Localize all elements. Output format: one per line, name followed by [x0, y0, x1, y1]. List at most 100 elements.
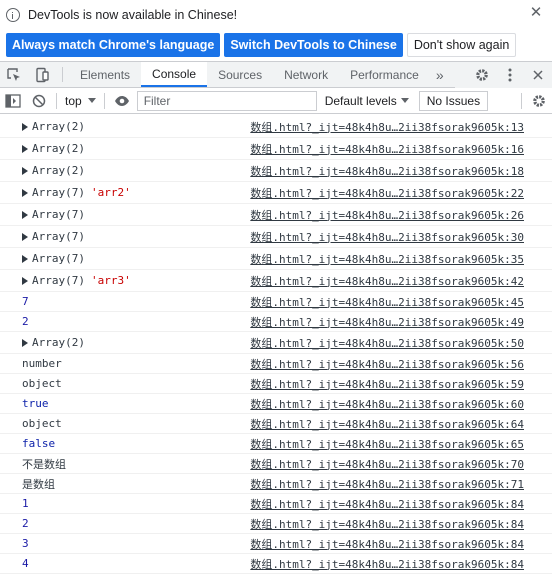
console-message: object: [22, 377, 62, 390]
console-value: 4: [22, 557, 29, 570]
console-message-row: number 数组.html?_ijt=48k4h8u…2ii38fsorak96…: [0, 354, 552, 374]
source-link[interactable]: 数组.html?_ijt=48k4h8u…2ii38fsorak9605k:65: [250, 436, 524, 452]
source-link[interactable]: 数组.html?_ijt=48k4h8u…2ii38fsorak9605k:56: [250, 356, 524, 372]
expand-triangle-icon[interactable]: [22, 232, 28, 241]
console-message-row: object 数组.html?_ijt=48k4h8u…2ii38fsorak96…: [0, 414, 552, 434]
source-link[interactable]: 数组.html?_ijt=48k4h8u…2ii38fsorak9605k:59: [250, 376, 524, 392]
console-message: Array(2): [22, 336, 85, 349]
dont-show-again-button[interactable]: Don't show again: [406, 33, 517, 57]
console-message-row: 1 数组.html?_ijt=48k4h8u…2ii38fsorak9605k:8…: [0, 494, 552, 514]
always-match-language-button[interactable]: Always match Chrome's language: [6, 33, 221, 57]
console-message-row[interactable]: Array(7) 'arr3' 数组.html?_ijt=48k4h8u…2ii38…: [0, 270, 552, 292]
source-link[interactable]: 数组.html?_ijt=48k4h8u…2ii38fsorak9605k:64: [250, 416, 524, 432]
source-link[interactable]: 数组.html?_ijt=48k4h8u…2ii38fsorak9605k:45: [250, 294, 524, 310]
console-value: true: [22, 397, 49, 410]
toolbar-divider: [56, 92, 57, 109]
devtools-tabbar: Elements Console Sources Network Perform…: [0, 62, 552, 88]
console-value: 7: [22, 295, 29, 308]
filter-input[interactable]: [136, 90, 317, 111]
source-link[interactable]: 数组.html?_ijt=48k4h8u…2ii38fsorak9605k:84: [250, 536, 524, 552]
source-link[interactable]: 数组.html?_ijt=48k4h8u…2ii38fsorak9605k:60: [250, 396, 524, 412]
console-message-row[interactable]: Array(7) 数组.html?_ijt=48k4h8u…2ii38fsorak…: [0, 248, 552, 270]
source-link[interactable]: 数组.html?_ijt=48k4h8u…2ii38fsorak9605k:70: [250, 456, 524, 472]
more-tabs-icon[interactable]: »: [430, 62, 450, 87]
console-value: 2: [22, 517, 29, 530]
chevron-down-icon: [87, 98, 96, 103]
console-value: Array(2): [32, 120, 85, 133]
console-message-row[interactable]: Array(7) 数组.html?_ijt=48k4h8u…2ii38fsorak…: [0, 204, 552, 226]
clear-console-icon[interactable]: [26, 88, 52, 114]
expand-triangle-icon[interactable]: [22, 338, 28, 347]
expand-triangle-icon[interactable]: [22, 144, 28, 153]
console-message-row[interactable]: Array(7) 数组.html?_ijt=48k4h8u…2ii38fsorak…: [0, 226, 552, 248]
context-selector[interactable]: top: [61, 94, 100, 108]
tab-elements[interactable]: Elements: [69, 62, 141, 87]
source-link[interactable]: 数组.html?_ijt=48k4h8u…2ii38fsorak9605k:84: [250, 556, 524, 572]
log-levels-label: Default levels: [324, 93, 397, 108]
console-message-row[interactable]: Array(7) 'arr2' 数组.html?_ijt=48k4h8u…2ii38…: [0, 182, 552, 204]
console-value: 是数组: [22, 477, 55, 491]
inspect-element-icon[interactable]: [0, 62, 28, 87]
close-icon[interactable]: ✕: [528, 5, 544, 22]
expand-triangle-icon[interactable]: [22, 276, 28, 285]
console-message-row[interactable]: Array(2) 数组.html?_ijt=48k4h8u…2ii38fsorak…: [0, 160, 552, 182]
source-link[interactable]: 数组.html?_ijt=48k4h8u…2ii38fsorak9605k:22: [250, 185, 524, 201]
console-message: 1: [22, 497, 29, 510]
console-value: 1: [22, 497, 29, 510]
tab-performance[interactable]: Performance: [339, 62, 430, 87]
source-link[interactable]: 数组.html?_ijt=48k4h8u…2ii38fsorak9605k:42: [250, 273, 524, 289]
close-devtools-icon[interactable]: [524, 69, 552, 81]
console-message-row[interactable]: Array(2) 数组.html?_ijt=48k4h8u…2ii38fsorak…: [0, 116, 552, 138]
console-message-row: 不是数组 数组.html?_ijt=48k4h8u…2ii38fsorak9605…: [0, 454, 552, 474]
console-value: number: [22, 357, 62, 370]
console-message: 2: [22, 517, 29, 530]
settings-gear-icon[interactable]: [468, 67, 496, 83]
live-expression-eye-icon[interactable]: [109, 88, 135, 114]
console-toolbar: top Default levels No Issues: [0, 88, 552, 114]
source-link[interactable]: 数组.html?_ijt=48k4h8u…2ii38fsorak9605k:71: [250, 476, 524, 492]
source-link[interactable]: 数组.html?_ijt=48k4h8u…2ii38fsorak9605k:26: [250, 207, 524, 223]
infobar-message: DevTools is now available in Chinese!: [28, 8, 238, 22]
console-value: Array(2): [32, 336, 85, 349]
console-value: Array(2): [32, 164, 85, 177]
console-settings-gear-icon[interactable]: [526, 88, 552, 114]
source-link[interactable]: 数组.html?_ijt=48k4h8u…2ii38fsorak9605k:84: [250, 496, 524, 512]
source-link[interactable]: 数组.html?_ijt=48k4h8u…2ii38fsorak9605k:16: [250, 141, 524, 157]
context-label: top: [65, 93, 82, 108]
log-levels-dropdown[interactable]: Default levels: [325, 94, 409, 108]
expand-triangle-icon[interactable]: [22, 122, 28, 131]
expand-triangle-icon[interactable]: [22, 254, 28, 263]
expand-triangle-icon[interactable]: [22, 188, 28, 197]
expand-triangle-icon[interactable]: [22, 210, 28, 219]
issues-button[interactable]: No Issues: [418, 90, 489, 111]
console-message-row[interactable]: Array(2) 数组.html?_ijt=48k4h8u…2ii38fsorak…: [0, 332, 552, 354]
source-link[interactable]: 数组.html?_ijt=48k4h8u…2ii38fsorak9605k:18: [250, 163, 524, 179]
console-message-row: 是数组 数组.html?_ijt=48k4h8u…2ii38fsorak9605k…: [0, 474, 552, 494]
expand-triangle-icon[interactable]: [22, 166, 28, 175]
console-value: Array(7): [32, 186, 85, 199]
console-message-row: 3 数组.html?_ijt=48k4h8u…2ii38fsorak9605k:8…: [0, 534, 552, 554]
switch-to-chinese-button[interactable]: Switch DevTools to Chinese: [224, 33, 403, 57]
console-message: Array(2): [22, 142, 85, 155]
console-messages: Array(2) 数组.html?_ijt=48k4h8u…2ii38fsorak…: [0, 116, 552, 574]
tab-network[interactable]: Network: [273, 62, 339, 87]
console-message: Array(2): [22, 120, 85, 133]
customize-menu-icon[interactable]: [496, 68, 524, 82]
chevron-down-icon: [400, 98, 409, 103]
source-link[interactable]: 数组.html?_ijt=48k4h8u…2ii38fsorak9605k:84: [250, 516, 524, 532]
console-value: object: [22, 417, 62, 430]
source-link[interactable]: 数组.html?_ijt=48k4h8u…2ii38fsorak9605k:13: [250, 119, 524, 135]
source-link[interactable]: 数组.html?_ijt=48k4h8u…2ii38fsorak9605k:35: [250, 251, 524, 267]
console-message-row[interactable]: Array(2) 数组.html?_ijt=48k4h8u…2ii38fsorak…: [0, 138, 552, 160]
source-link[interactable]: 数组.html?_ijt=48k4h8u…2ii38fsorak9605k:49: [250, 314, 524, 330]
console-value: false: [22, 437, 56, 450]
source-link[interactable]: 数组.html?_ijt=48k4h8u…2ii38fsorak9605k:50: [250, 335, 524, 351]
console-value: Array(7): [32, 230, 85, 243]
tabbar-divider: [62, 67, 63, 82]
show-sidebar-icon[interactable]: [0, 88, 26, 114]
source-link[interactable]: 数组.html?_ijt=48k4h8u…2ii38fsorak9605k:30: [250, 229, 524, 245]
tab-console[interactable]: Console: [141, 62, 208, 87]
console-value: Array(7): [32, 252, 85, 265]
tab-sources[interactable]: Sources: [207, 62, 273, 87]
device-toolbar-icon[interactable]: [28, 62, 56, 87]
